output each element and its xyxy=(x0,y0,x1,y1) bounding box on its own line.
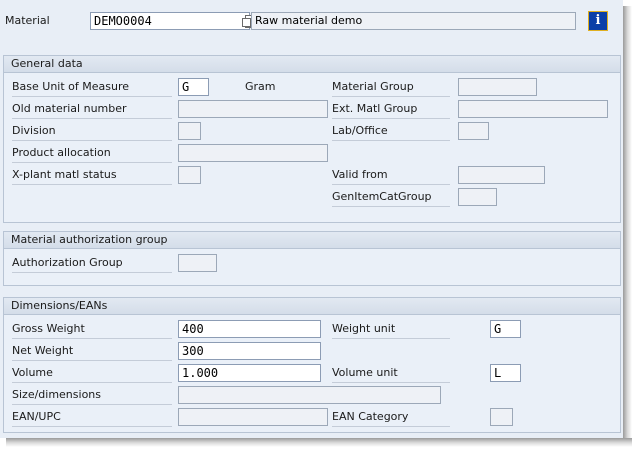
net-weight-label: Net Weight xyxy=(12,344,172,361)
gen-item-cat-group-label: GenItemCatGroup xyxy=(332,190,450,207)
gen-item-cat-group-field[interactable] xyxy=(458,188,497,206)
lab-office-label: Lab/Office xyxy=(332,124,450,141)
ext-matl-group-field[interactable] xyxy=(458,100,608,118)
window-shadow-bottom xyxy=(6,438,632,447)
division-field[interactable] xyxy=(178,122,201,140)
size-dimensions-field[interactable] xyxy=(178,386,441,404)
material-master-screen: Material DEMO0004 Raw material demo i Ge… xyxy=(0,0,623,438)
volume-unit-field[interactable]: L xyxy=(490,364,521,382)
valid-from-field[interactable] xyxy=(458,166,545,184)
ean-upc-label: EAN/UPC xyxy=(12,410,172,427)
ean-category-field[interactable] xyxy=(490,408,513,426)
gross-weight-field[interactable]: 400 xyxy=(178,320,321,338)
valid-from-label: Valid from xyxy=(332,168,450,185)
authorization-group-label: Authorization Group xyxy=(12,256,172,273)
general-data-title: General data xyxy=(4,56,620,73)
base-uom-label: Base Unit of Measure xyxy=(12,80,172,97)
ext-matl-group-label: Ext. Matl Group xyxy=(332,102,450,119)
product-allocation-field[interactable] xyxy=(178,144,328,162)
volume-field[interactable]: 1.000 xyxy=(178,364,321,382)
material-group-label: Material Group xyxy=(332,80,450,97)
xplant-status-label: X-plant matl status xyxy=(12,168,172,185)
lab-office-field[interactable] xyxy=(458,122,489,140)
old-material-number-label: Old material number xyxy=(12,102,172,119)
material-group-field[interactable] xyxy=(458,78,537,96)
volume-label: Volume xyxy=(12,366,172,383)
base-uom-field[interactable]: G xyxy=(178,78,209,96)
net-weight-field[interactable]: 300 xyxy=(178,342,321,360)
product-allocation-label: Product allocation xyxy=(12,146,172,163)
size-dimensions-label: Size/dimensions xyxy=(12,388,172,405)
ean-upc-field[interactable] xyxy=(178,408,328,426)
window-shadow-right xyxy=(623,6,632,444)
ean-category-label: EAN Category xyxy=(332,410,450,427)
weight-unit-label: Weight unit xyxy=(332,322,450,339)
xplant-status-field[interactable] xyxy=(178,166,201,184)
info-icon[interactable]: i xyxy=(588,11,608,31)
gross-weight-label: Gross Weight xyxy=(12,322,172,339)
dimensions-eans-title: Dimensions/EANs xyxy=(4,298,620,315)
material-description-field[interactable]: Raw material demo xyxy=(251,12,576,30)
volume-unit-label: Volume unit xyxy=(332,366,450,383)
division-label: Division xyxy=(12,124,172,141)
old-material-number-field[interactable] xyxy=(178,100,328,118)
authorization-group-title: Material authorization group xyxy=(4,232,620,249)
weight-unit-field[interactable]: G xyxy=(490,320,521,338)
material-number-field[interactable]: DEMO0004 xyxy=(90,12,250,30)
material-label: Material xyxy=(5,14,50,27)
base-uom-text: Gram xyxy=(245,80,276,93)
authorization-group-field[interactable] xyxy=(178,254,217,272)
